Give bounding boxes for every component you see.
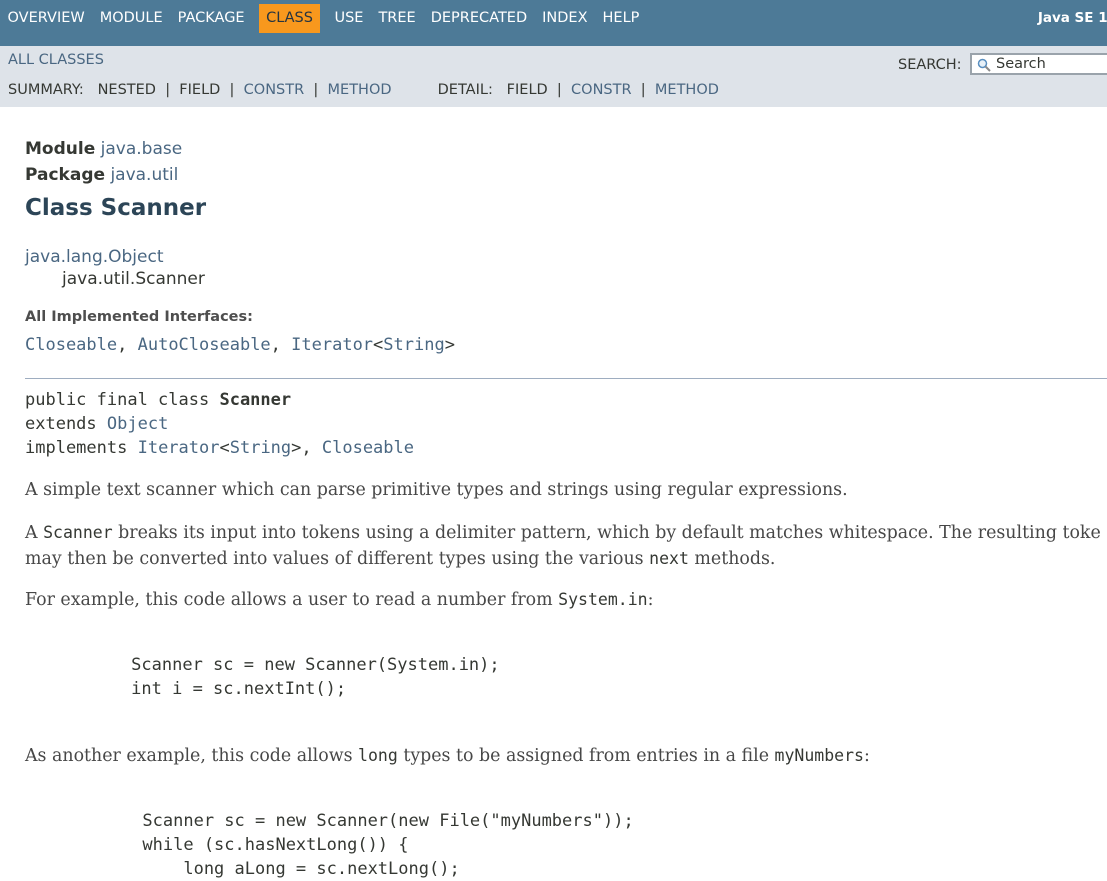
- sig-object-link[interactable]: Object: [107, 414, 168, 434]
- nav-help[interactable]: HELP: [595, 4, 647, 33]
- generic-close: >: [444, 335, 455, 355]
- summary-method-link[interactable]: METHOD: [328, 82, 392, 98]
- detail-constr-link[interactable]: CONSTR: [571, 82, 632, 98]
- description-p1: A simple text scanner which can parse pr…: [25, 480, 848, 500]
- p4-code-mynumbers: myNumbers: [774, 746, 864, 765]
- top-nav-list: OVERVIEW MODULE PACKAGE CLASS USE TREE D…: [0, 0, 647, 36]
- p3-code: System.in: [558, 590, 648, 609]
- detail-method-link[interactable]: METHOD: [655, 82, 719, 98]
- package-label: Package: [25, 165, 106, 185]
- sig-line1-prefix: public final class: [25, 390, 220, 410]
- nav-overview[interactable]: OVERVIEW: [0, 4, 92, 33]
- nav-use[interactable]: USE: [327, 4, 371, 33]
- sig-line3-prefix: implements: [25, 438, 138, 458]
- summary-detail-nav: SUMMARY: NESTED | FIELD | CONSTR | METHO…: [8, 82, 719, 98]
- sig-class-name: Scanner: [219, 390, 292, 410]
- description-p2: A Scanner breaks its input into tokens u…: [25, 520, 1101, 572]
- module-link[interactable]: java.base: [101, 139, 183, 159]
- interfaces-list: Closeable, AutoCloseable, Iterator<Strin…: [25, 335, 455, 355]
- sig-generic-close: >,: [291, 438, 322, 458]
- package-line: Package java.util: [25, 162, 178, 188]
- generic-open: <: [373, 335, 384, 355]
- p2-line2-code: next: [649, 549, 689, 568]
- module-label: Module: [25, 139, 96, 159]
- package-link[interactable]: java.util: [110, 165, 178, 185]
- generic-string-link[interactable]: String: [383, 335, 444, 355]
- p4-text-a: As another example, this code allows: [25, 746, 359, 766]
- divider: [25, 378, 1107, 379]
- summary-field: FIELD: [179, 82, 221, 98]
- code-example-2: Scanner sc = new Scanner(new File("myNum…: [142, 811, 634, 879]
- search-input[interactable]: [996, 55, 1107, 73]
- all-classes-link[interactable]: ALL CLASSES: [8, 52, 104, 68]
- brand-label: Java SE 11: [1037, 10, 1107, 26]
- sig-closeable-link[interactable]: Closeable: [322, 438, 414, 458]
- p2-text-a: A: [25, 523, 44, 543]
- top-navbar: OVERVIEW MODULE PACKAGE CLASS USE TREE D…: [0, 0, 1107, 46]
- p4-text-b: types to be assigned from entries in a f…: [397, 746, 775, 766]
- detail-field: FIELD: [506, 82, 548, 98]
- description-p4: As another example, this code allows lon…: [25, 743, 870, 769]
- interface-iterator-link[interactable]: Iterator: [291, 335, 373, 355]
- comma: ,: [270, 335, 292, 355]
- inheritance-child: java.util.Scanner: [62, 269, 205, 289]
- p2-line2-b: methods.: [688, 549, 776, 569]
- summary-constr-link[interactable]: CONSTR: [244, 82, 305, 98]
- search-label: SEARCH:: [898, 57, 962, 73]
- p3-text-b: :: [647, 590, 654, 610]
- sig-generic-open: <: [219, 438, 230, 458]
- p3-text-a: For example, this code allows a user to …: [25, 590, 559, 610]
- nav-package[interactable]: PACKAGE: [170, 4, 252, 33]
- module-line: Module java.base: [25, 136, 182, 162]
- nav-index[interactable]: INDEX: [535, 4, 595, 33]
- page-title: Class Scanner: [25, 195, 207, 221]
- code-example-1: Scanner sc = new Scanner(System.in); int…: [131, 655, 500, 699]
- interfaces-label: All Implemented Interfaces:: [25, 309, 253, 325]
- p2-line2-a: may then be converted into values of dif…: [25, 549, 650, 569]
- p4-text-c: :: [863, 746, 870, 766]
- p4-code-long: long: [358, 746, 398, 765]
- interface-autocloseable-link[interactable]: AutoCloseable: [138, 335, 271, 355]
- summary-label: SUMMARY:: [8, 82, 84, 98]
- p2-code: Scanner: [43, 523, 113, 542]
- sub-navbar: ALL CLASSES SUMMARY: NESTED | FIELD | CO…: [0, 46, 1107, 107]
- nav-tree[interactable]: TREE: [371, 4, 423, 33]
- search-icon: [977, 58, 991, 72]
- detail-label: DETAIL:: [437, 82, 493, 98]
- inheritance-parent-link[interactable]: java.lang.Object: [25, 247, 164, 267]
- summary-nested: NESTED: [97, 82, 156, 98]
- description-p3: For example, this code allows a user to …: [25, 587, 653, 613]
- sig-iterator-link[interactable]: Iterator: [138, 438, 220, 458]
- nav-class-active: CLASS: [259, 3, 320, 33]
- comma: ,: [117, 335, 138, 355]
- interface-closeable-link[interactable]: Closeable: [25, 335, 117, 355]
- nav-deprecated[interactable]: DEPRECATED: [423, 4, 534, 33]
- sig-string-link[interactable]: String: [230, 438, 291, 458]
- class-signature: public final class Scanner extends Objec…: [25, 388, 414, 460]
- nav-module[interactable]: MODULE: [92, 4, 170, 33]
- p2-text-b: breaks its input into tokens using a del…: [112, 523, 1101, 543]
- search-box[interactable]: [970, 53, 1107, 75]
- sig-line2-prefix: extends: [25, 414, 107, 434]
